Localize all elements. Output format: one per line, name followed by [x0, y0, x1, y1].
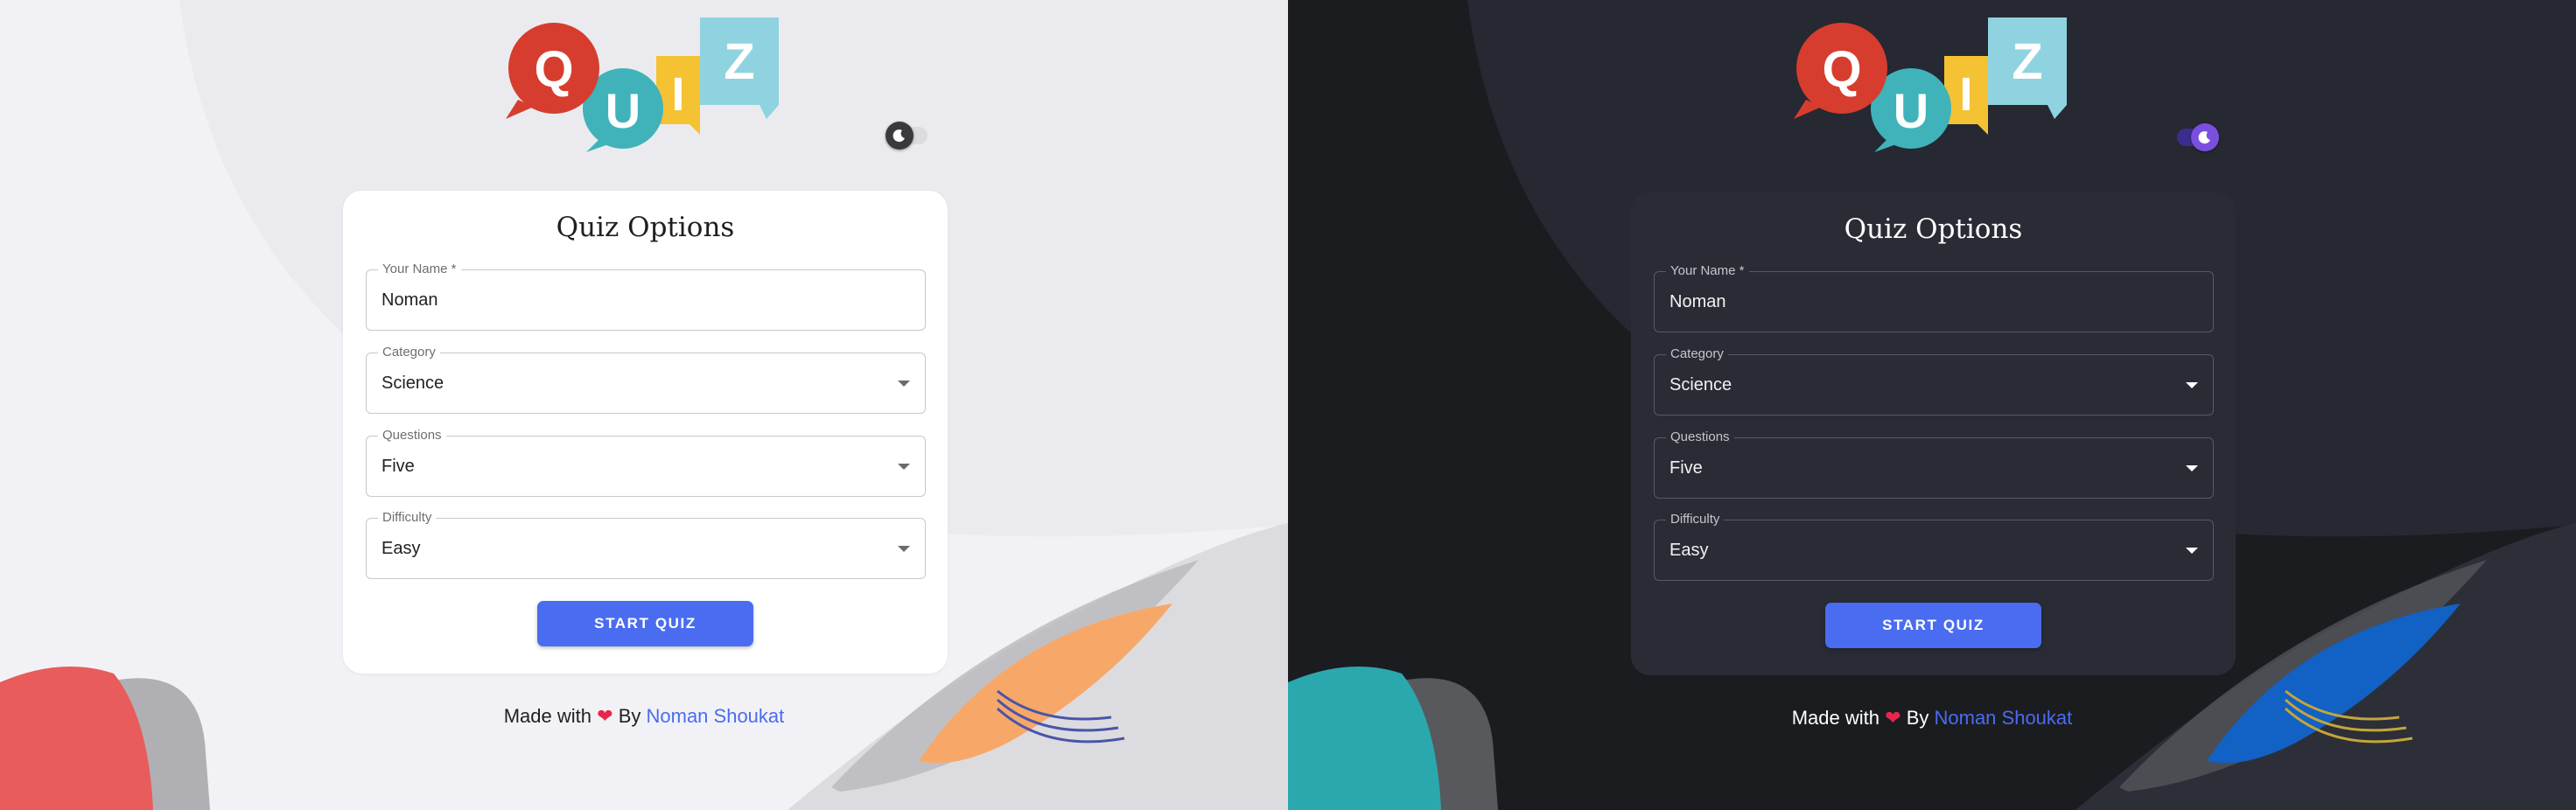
- footer-prefix: Made with: [1791, 707, 1880, 729]
- logo-letter-z: Z: [2012, 33, 2042, 90]
- moon-icon: [2198, 131, 2210, 144]
- card-title: Quiz Options: [1844, 213, 2023, 245]
- category-select-value[interactable]: Science: [1670, 375, 1732, 395]
- caret-down-icon[interactable]: [898, 464, 910, 470]
- quiz-logo: Z I U Q: [1794, 17, 2067, 152]
- footer-credit: Made with ❤ By Noman Shoukat: [0, 705, 1288, 728]
- logo-letter-q: Q: [1822, 41, 1861, 98]
- category-select[interactable]: Category Science: [1654, 346, 2214, 415]
- questions-select-value[interactable]: Five: [382, 457, 415, 477]
- footer-prefix: Made with: [503, 705, 592, 727]
- name-field-value[interactable]: Noman: [382, 290, 438, 311]
- toggle-knob[interactable]: [2191, 123, 2219, 151]
- logo-letter-i: I: [671, 68, 684, 121]
- difficulty-select-value[interactable]: Easy: [382, 539, 420, 559]
- quiz-options-card: Quiz Options Your Name * Noman Category …: [343, 191, 948, 674]
- logo-letter-i: I: [1959, 68, 1972, 121]
- difficulty-select-value[interactable]: Easy: [1670, 541, 1708, 561]
- difficulty-select-label: Difficulty: [378, 509, 437, 527]
- questions-select[interactable]: Questions Five: [1654, 429, 2214, 499]
- heart-icon: ❤: [1885, 707, 1901, 729]
- footer-by: By: [618, 705, 641, 727]
- logo-letter-u: U: [606, 83, 640, 138]
- light-theme-panel: Z I U Q Quiz Options Your Name * Noman C…: [0, 0, 1288, 810]
- heart-icon: ❤: [597, 705, 613, 727]
- difficulty-select[interactable]: Difficulty Easy: [1654, 511, 2214, 581]
- name-field-label: Your Name *: [378, 261, 461, 278]
- moon-icon: [892, 129, 905, 143]
- theme-toggle[interactable]: [2168, 121, 2221, 152]
- footer-credit: Made with ❤ By Noman Shoukat: [1288, 707, 2576, 730]
- quiz-logo: Z I U Q: [506, 17, 779, 152]
- category-select-label: Category: [1666, 346, 1728, 363]
- name-field-value[interactable]: Noman: [1670, 292, 1726, 312]
- questions-select-label: Questions: [378, 427, 446, 444]
- difficulty-select[interactable]: Difficulty Easy: [366, 509, 926, 579]
- caret-down-icon[interactable]: [898, 546, 910, 552]
- caret-down-icon[interactable]: [2186, 382, 2198, 388]
- start-quiz-button[interactable]: START QUIZ: [537, 601, 753, 646]
- card-title: Quiz Options: [556, 212, 735, 243]
- theme-toggle[interactable]: [884, 119, 936, 150]
- category-select-label: Category: [378, 344, 440, 361]
- caret-down-icon[interactable]: [2186, 548, 2198, 554]
- questions-select-value[interactable]: Five: [1670, 458, 1703, 478]
- author-link[interactable]: Noman Shoukat: [647, 705, 785, 727]
- logo-letter-z: Z: [724, 33, 754, 90]
- questions-select[interactable]: Questions Five: [366, 427, 926, 497]
- toggle-knob[interactable]: [886, 122, 914, 150]
- dark-theme-panel: Z I U Q Quiz Options Your Name * Noman C…: [1288, 0, 2576, 810]
- footer-by: By: [1906, 707, 1929, 729]
- difficulty-select-label: Difficulty: [1666, 511, 1725, 528]
- author-link[interactable]: Noman Shoukat: [1935, 707, 2073, 729]
- name-field-label: Your Name *: [1666, 262, 1749, 280]
- logo-letter-q: Q: [534, 41, 573, 98]
- name-field[interactable]: Your Name * Noman: [1654, 262, 2214, 332]
- name-field[interactable]: Your Name * Noman: [366, 261, 926, 331]
- start-quiz-button[interactable]: START QUIZ: [1825, 603, 2041, 648]
- quiz-options-card: Quiz Options Your Name * Noman Category …: [1631, 192, 2236, 675]
- category-select-value[interactable]: Science: [382, 374, 444, 394]
- questions-select-label: Questions: [1666, 429, 1734, 446]
- category-select[interactable]: Category Science: [366, 344, 926, 414]
- logo-letter-u: U: [1894, 83, 1928, 138]
- caret-down-icon[interactable]: [2186, 465, 2198, 471]
- caret-down-icon[interactable]: [898, 381, 910, 387]
